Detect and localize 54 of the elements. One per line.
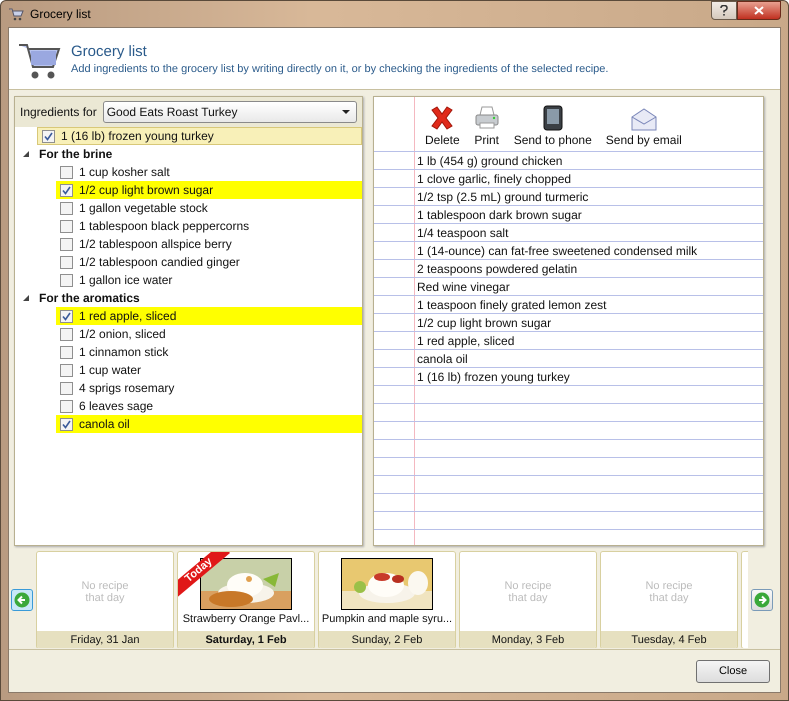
ingredient-item[interactable]: 1 tablespoon black peppercorns — [56, 217, 362, 235]
recipe-name: Pumpkin and maple syru... — [322, 613, 452, 625]
ingredient-item[interactable]: canola oil — [56, 415, 362, 433]
grocery-item[interactable]: 1 (14-ounce) can fat-free sweetened condensed milk — [417, 244, 698, 258]
ingredient-item[interactable]: 1 gallon vegetable stock — [56, 199, 362, 217]
no-recipe-note: No recipe that day — [503, 580, 553, 604]
grocery-item[interactable]: 1 red apple, sliced — [417, 334, 514, 348]
ingredient-item[interactable]: 1 cinnamon stick — [56, 343, 362, 361]
group-heading: For the aromatics — [39, 291, 140, 305]
recipe-dropdown[interactable]: Good Eats Roast Turkey — [102, 101, 357, 123]
day-card[interactable]: Pumpkin and maple syru... Sunday, 2 Feb — [318, 551, 456, 648]
ingredient-item[interactable]: 1 (16 lb) frozen young turkey — [37, 127, 362, 145]
day-card[interactable]: No recipe that day Friday, 31 Jan — [36, 551, 174, 648]
ingredient-item[interactable]: 6 leaves sage — [56, 397, 362, 415]
no-recipe-note: No recipe that day — [644, 580, 694, 604]
ingredients-label: Ingredients for — [20, 105, 97, 119]
group-heading: For the brine — [39, 147, 112, 161]
email-button[interactable]: Send by email — [606, 107, 682, 147]
grocery-item[interactable]: Red wine vinegar — [417, 280, 510, 294]
delete-button[interactable]: Delete — [425, 105, 460, 147]
grocery-item[interactable]: 1 teaspoon finely grated lemon zest — [417, 298, 606, 312]
ingredient-item[interactable]: 1/2 cup light brown sugar — [56, 181, 362, 199]
ingredient-item[interactable]: 1/2 onion, sliced — [56, 325, 362, 343]
header-description: Add ingredients to the grocery list by writing directly on it, or by checking the ingredients of the selected recipe. — [71, 62, 608, 74]
grocery-item[interactable]: canola oil — [417, 352, 468, 366]
day-date: Tuesday, 4 Feb — [601, 631, 737, 648]
window-title: Grocery list — [30, 7, 91, 21]
grocery-item[interactable]: 1/2 cup light brown sugar — [417, 316, 552, 330]
ingredient-item[interactable]: 1/2 tablespoon allspice berry — [56, 235, 362, 253]
day-date: Friday, 31 Jan — [37, 631, 173, 648]
print-button[interactable]: Print — [474, 105, 500, 147]
grocery-item[interactable]: 1 clove garlic, finely chopped — [417, 172, 572, 186]
phone-button[interactable]: Send to phone — [514, 105, 592, 147]
close-dialog-button[interactable]: Close — [696, 660, 770, 682]
ingredient-item[interactable]: 1 gallon ice water — [56, 271, 362, 289]
grocery-item[interactable]: 1/2 tsp (2.5 mL) ground turmeric — [417, 190, 588, 204]
ingredient-item[interactable]: 1 red apple, sliced — [56, 307, 362, 325]
grocery-item[interactable]: 1 tablespoon dark brown sugar — [417, 208, 582, 222]
grocery-item[interactable]: 2 teaspoons powdered gelatin — [417, 262, 578, 276]
day-date: Monday, 3 Feb — [460, 631, 596, 648]
ingredient-item[interactable]: 1/2 tablespoon candied ginger — [56, 253, 362, 271]
ingredient-item[interactable]: 1 cup kosher salt — [56, 163, 362, 181]
day-date: Sunday, 2 Feb — [319, 631, 455, 648]
day-date: Saturday, 1 Feb — [178, 631, 314, 648]
no-recipe-note: No recipe that day — [80, 580, 130, 604]
grocery-item[interactable]: 1/4 teaspoon salt — [417, 226, 508, 240]
day-card[interactable]: No recipe that day Monday, 3 Feb — [459, 551, 597, 648]
header-title: Grocery list — [71, 42, 148, 60]
ingredient-item[interactable]: 1 cup water — [56, 361, 362, 379]
recipe-name: Strawberry Orange Pavl... — [182, 613, 310, 625]
ingredient-item[interactable]: 4 sprigs rosemary — [56, 379, 362, 397]
day-card[interactable]: No recipe that day Tuesday, 4 Feb — [600, 551, 738, 648]
grocery-item[interactable]: 1 (16 lb) frozen young turkey — [417, 370, 570, 384]
grocery-item[interactable]: 1 lb (454 g) ground chicken — [417, 154, 562, 168]
